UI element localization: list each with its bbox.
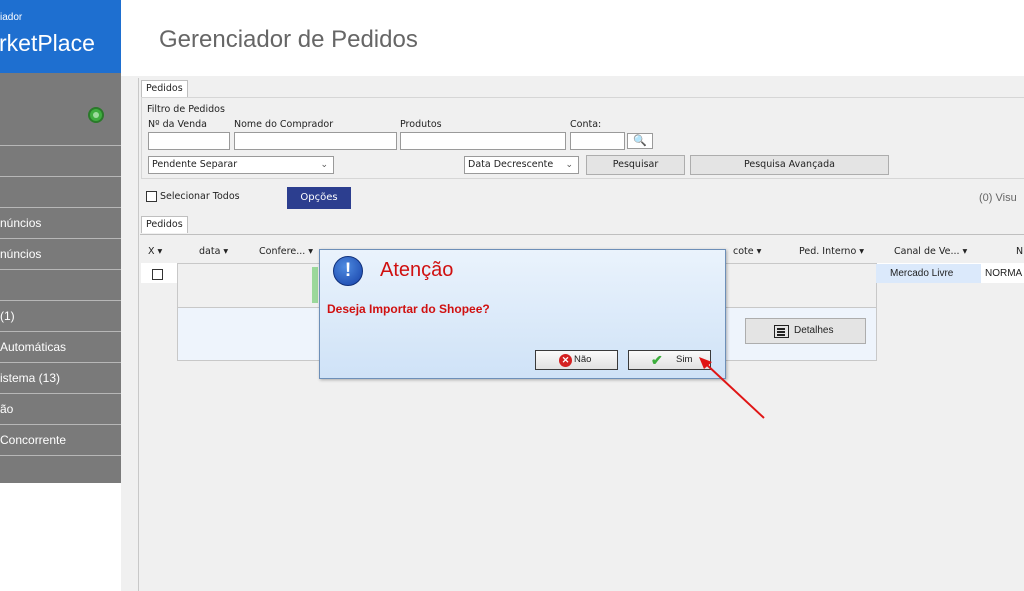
arrow-line	[705, 363, 765, 419]
annotation-arrow	[699, 357, 765, 419]
